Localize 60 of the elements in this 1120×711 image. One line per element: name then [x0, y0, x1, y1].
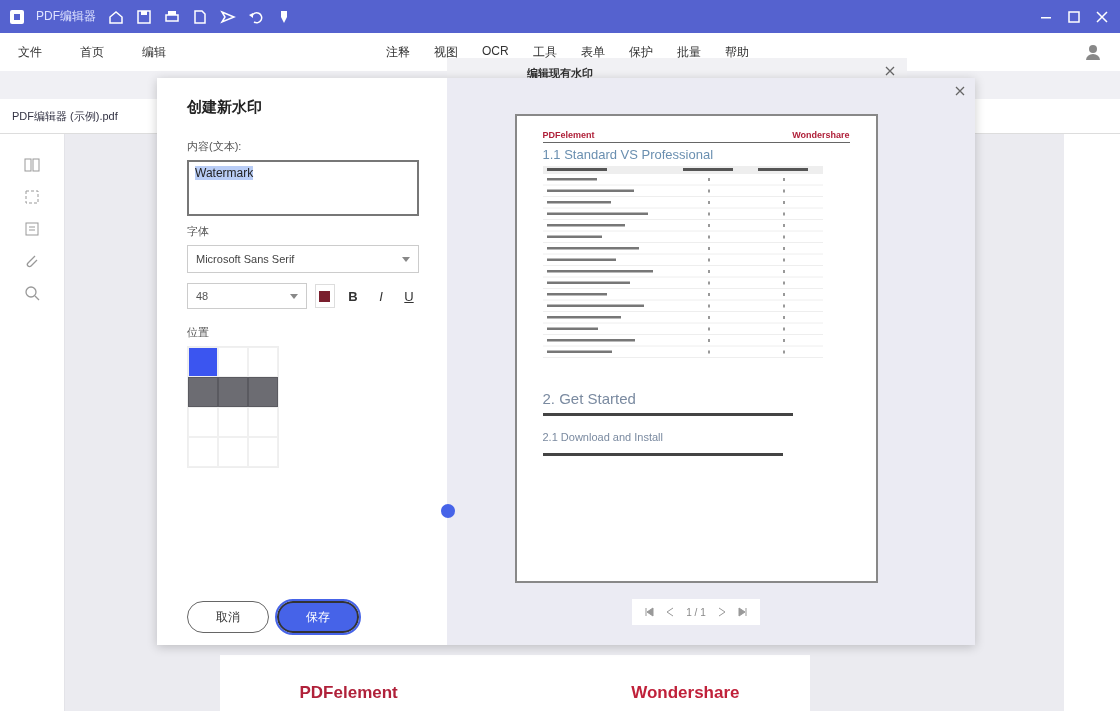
document-logo: PDFelement — [542, 130, 595, 140]
position-cell[interactable] — [248, 377, 278, 407]
close-icon[interactable] — [1094, 8, 1110, 25]
document-brand: Wondershare — [631, 683, 740, 703]
menu-item[interactable]: 表单 — [580, 43, 605, 61]
text-field[interactable]: Watermark — [187, 160, 419, 216]
close-icon[interactable] — [955, 86, 965, 96]
document-logo: PDFelement — [299, 683, 398, 703]
page-number: 1 / 1 — [686, 606, 706, 618]
position-cell[interactable] — [188, 377, 218, 407]
last-page-icon[interactable] — [737, 607, 748, 617]
home-icon[interactable] — [108, 8, 124, 25]
section-heading: 1.1 Standard VS Professional — [542, 147, 715, 162]
maximize-icon[interactable] — [1066, 8, 1082, 25]
font-dropdown[interactable]: Microsoft Sans Serif — [187, 245, 419, 273]
first-page-icon[interactable] — [644, 607, 655, 617]
handle-icon[interactable] — [441, 504, 455, 518]
menu-item[interactable]: 注释 — [386, 43, 410, 61]
dialog-title: 创建新水印 — [187, 98, 263, 117]
caret-icon — [402, 256, 410, 262]
document-icon[interactable] — [192, 8, 208, 25]
menu-item[interactable]: 保护 — [628, 43, 653, 61]
menu-item[interactable]: 首页 — [80, 43, 104, 61]
document-tab[interactable]: PDF编辑器 (示例).pdf — [12, 108, 118, 124]
underline-button[interactable]: U — [399, 284, 419, 308]
menu-item[interactable]: 编辑 — [142, 43, 166, 61]
italic-button[interactable]: I — [371, 284, 391, 308]
field-label: 位置 — [187, 325, 210, 340]
user-icon[interactable] — [1084, 43, 1102, 61]
frame-icon[interactable] — [23, 188, 41, 206]
app-logo-icon — [10, 9, 24, 24]
document-brand: Wondershare — [792, 130, 850, 140]
bold-button[interactable]: B — [343, 284, 363, 308]
pages-icon[interactable] — [23, 156, 41, 174]
section-heading: 2. Get Started — [542, 390, 637, 407]
print-icon[interactable] — [164, 8, 180, 25]
section-heading: 2.1 Download and Install — [542, 431, 664, 443]
menu-item[interactable]: 批量 — [676, 43, 701, 61]
color-picker[interactable] — [314, 284, 335, 308]
search-icon[interactable] — [23, 284, 41, 302]
window-title: PDF编辑器 — [36, 8, 96, 25]
size-dropdown[interactable]: 48 — [187, 283, 307, 309]
cancel-button[interactable]: 取消 — [187, 601, 269, 633]
send-icon[interactable] — [220, 8, 236, 25]
close-icon[interactable] — [885, 66, 895, 76]
previous-page-icon[interactable] — [666, 607, 675, 617]
position-cell[interactable] — [218, 377, 248, 407]
save-icon[interactable] — [136, 8, 152, 25]
caret-icon — [289, 293, 298, 299]
save-button[interactable]: 保存 — [277, 601, 359, 633]
field-label: 内容(文本): — [187, 139, 243, 154]
menu-item[interactable]: 文件 — [18, 43, 42, 61]
menu-item[interactable]: 工具 — [532, 43, 557, 61]
menu-item[interactable]: 视图 — [434, 43, 458, 61]
list-icon[interactable] — [23, 220, 41, 238]
menu-item[interactable]: OCR — [482, 43, 509, 61]
menu-item[interactable]: 帮助 — [724, 43, 749, 61]
next-page-icon[interactable] — [717, 607, 726, 617]
field-label: 字体 — [187, 224, 210, 239]
dialog-title: 编辑现有水印 — [527, 66, 593, 81]
